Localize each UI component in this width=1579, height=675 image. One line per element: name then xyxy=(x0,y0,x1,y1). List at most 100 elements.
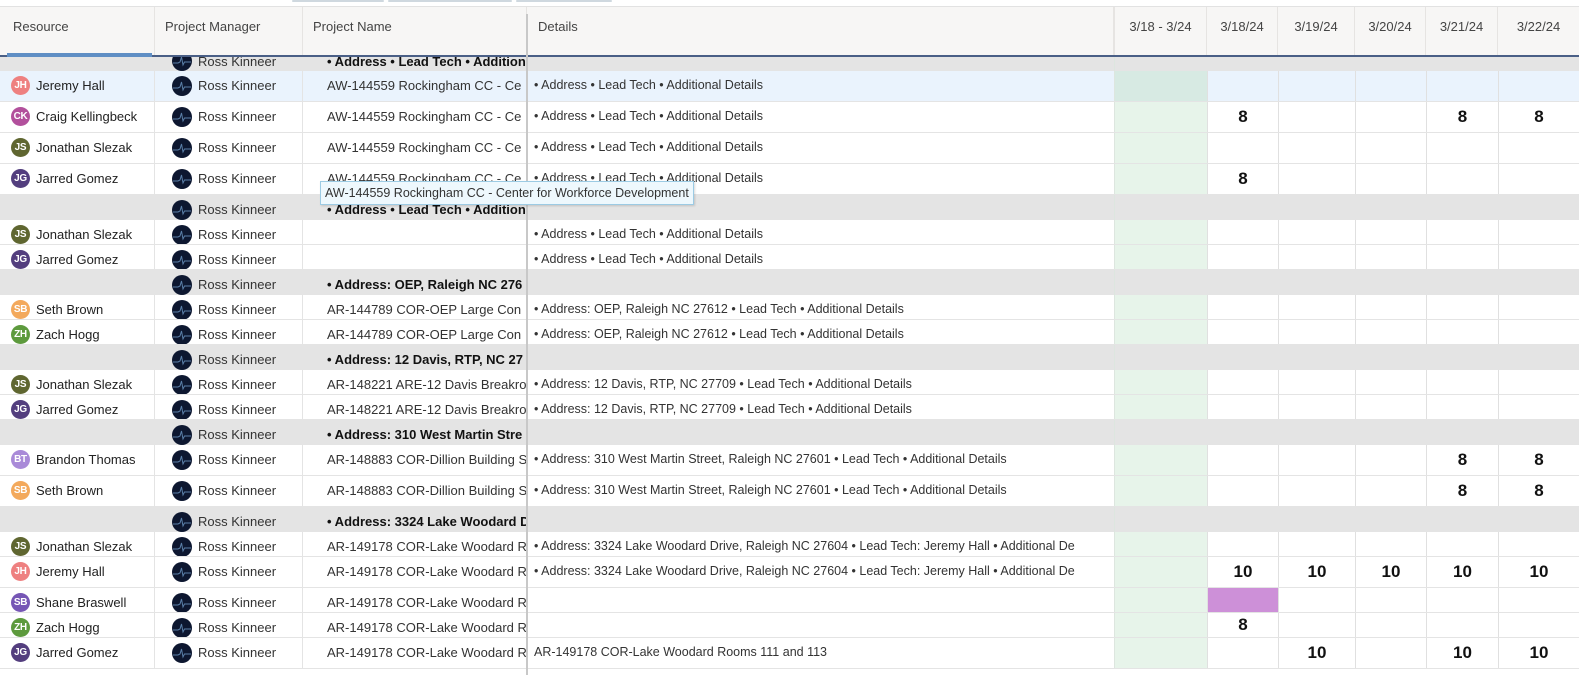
day-hours-cell[interactable] xyxy=(1278,102,1355,132)
column-header-project-manager[interactable]: Project Manager xyxy=(155,7,303,55)
day-hours-cell[interactable] xyxy=(1355,195,1426,220)
resource-cell[interactable]: JH Jeremy Hall xyxy=(0,557,155,587)
day-hours-cell[interactable] xyxy=(1426,220,1498,244)
column-splitter[interactable] xyxy=(526,14,528,675)
resource-cell[interactable]: JG Jarred Gomez xyxy=(0,245,155,269)
table-row[interactable]: JS Jonathan Slezak Ross Kinneer • Address •… xyxy=(0,220,1579,245)
project-name-cell[interactable]: • Address: OEP, Raleigh NC 276 xyxy=(303,270,527,295)
day-hours-cell[interactable] xyxy=(1498,133,1579,163)
day-hours-cell[interactable] xyxy=(1355,133,1426,163)
day-hours-cell[interactable]: 8 xyxy=(1498,476,1579,506)
day-hours-cell[interactable] xyxy=(1498,532,1579,556)
day-hours-cell[interactable] xyxy=(1498,420,1579,445)
table-row[interactable]: JS Jonathan Slezak Ross Kinneer AW-144559 R… xyxy=(0,133,1579,164)
project-name-cell[interactable]: AR-144789 COR-OEP Large Con xyxy=(303,295,527,319)
day-hours-cell[interactable] xyxy=(1278,420,1355,445)
project-manager-cell[interactable]: Ross Kinneer xyxy=(155,133,303,163)
day-hours-cell[interactable] xyxy=(1207,507,1278,532)
table-row[interactable]: JG Jarred Gomez Ross Kinneer • Address • Le… xyxy=(0,245,1579,270)
week-total-cell[interactable] xyxy=(1114,270,1207,295)
project-name-cell[interactable]: AR-148221 ARE-12 Davis Breakro xyxy=(303,370,527,394)
day-hours-cell[interactable] xyxy=(1278,445,1355,475)
resource-cell[interactable]: SB Seth Brown xyxy=(0,295,155,319)
project-name-cell[interactable]: AW-144559 Rockingham CC - Ce xyxy=(303,102,527,132)
resource-cell[interactable] xyxy=(0,507,155,532)
details-cell[interactable]: • Address: 12 Davis, RTP, NC 27709 • Lea… xyxy=(528,370,1114,394)
day-hours-cell[interactable] xyxy=(1426,295,1498,319)
day-hours-cell[interactable]: 10 xyxy=(1278,557,1355,587)
day-hours-cell[interactable] xyxy=(1426,613,1498,637)
day-hours-cell[interactable] xyxy=(1278,57,1355,71)
week-total-cell[interactable] xyxy=(1114,395,1207,419)
week-total-cell[interactable] xyxy=(1114,588,1207,612)
project-manager-cell[interactable]: Ross Kinneer xyxy=(155,507,303,532)
day-hours-cell[interactable]: 8 xyxy=(1426,476,1498,506)
table-row[interactable]: JH Jeremy Hall Ross Kinneer AR-149178 COR-L… xyxy=(0,557,1579,588)
project-name-cell[interactable]: AR-149178 COR-Lake Woodard R xyxy=(303,532,527,556)
project-name-cell[interactable]: AR-148883 COR-Dillion Building S xyxy=(303,445,527,475)
project-name-cell[interactable]: AR-149178 COR-Lake Woodard R xyxy=(303,588,527,612)
details-cell[interactable]: • Address • Lead Tech • Additional Detai… xyxy=(528,102,1114,132)
resource-cell[interactable] xyxy=(0,57,155,71)
day-hours-cell[interactable]: 8 xyxy=(1426,102,1498,132)
column-header-day[interactable]: 3/19/24 xyxy=(1278,7,1355,55)
day-hours-cell[interactable] xyxy=(1355,532,1426,556)
details-cell[interactable]: • Address: 310 West Martin Street, Ralei… xyxy=(528,476,1114,506)
resource-cell[interactable]: SB Shane Braswell xyxy=(0,588,155,612)
day-hours-cell[interactable] xyxy=(1207,476,1278,506)
group-row[interactable]: Ross Kinneer • Address: OEP, Raleigh NC 2… xyxy=(0,270,1579,295)
day-hours-cell[interactable] xyxy=(1207,71,1278,101)
week-total-cell[interactable] xyxy=(1114,320,1207,344)
details-cell[interactable]: AR-149178 COR-Lake Woodard Rooms 111 and… xyxy=(528,638,1114,668)
day-hours-cell[interactable] xyxy=(1426,245,1498,269)
day-hours-cell[interactable] xyxy=(1278,613,1355,637)
week-total-cell[interactable] xyxy=(1114,638,1207,668)
day-hours-cell[interactable] xyxy=(1426,395,1498,419)
day-hours-cell[interactable]: 10 xyxy=(1426,557,1498,587)
column-header-details[interactable]: Details xyxy=(528,7,1114,55)
project-manager-cell[interactable]: Ross Kinneer xyxy=(155,57,303,71)
day-hours-cell[interactable]: 8 xyxy=(1426,445,1498,475)
details-cell[interactable] xyxy=(528,507,1114,532)
project-manager-cell[interactable]: Ross Kinneer xyxy=(155,164,303,194)
table-row[interactable]: SB Seth Brown Ross Kinneer AR-148883 COR-Di… xyxy=(0,476,1579,507)
day-hours-cell[interactable] xyxy=(1278,320,1355,344)
day-hours-cell[interactable] xyxy=(1278,220,1355,244)
day-hours-cell[interactable] xyxy=(1207,345,1278,370)
table-row[interactable]: JH Jeremy Hall Ross Kinneer AW-144559 Rocki… xyxy=(0,71,1579,102)
resource-cell[interactable] xyxy=(0,420,155,445)
project-name-cell[interactable]: AR-148221 ARE-12 Davis Breakro xyxy=(303,395,527,419)
day-hours-cell[interactable] xyxy=(1207,270,1278,295)
table-row[interactable]: JG Jarred Gomez Ross Kinneer AW-144559 Rock… xyxy=(0,164,1579,195)
day-hours-cell[interactable] xyxy=(1207,638,1278,668)
day-hours-cell[interactable] xyxy=(1278,532,1355,556)
details-cell[interactable] xyxy=(528,420,1114,445)
day-hours-cell[interactable] xyxy=(1355,102,1426,132)
group-row[interactable]: Ross Kinneer • Address • Lead Tech • Addi… xyxy=(0,195,1579,220)
project-manager-cell[interactable]: Ross Kinneer xyxy=(155,557,303,587)
day-hours-cell[interactable] xyxy=(1355,588,1426,612)
resource-cell[interactable]: JH Jeremy Hall xyxy=(0,71,155,101)
day-hours-cell[interactable] xyxy=(1207,395,1278,419)
day-hours-cell[interactable] xyxy=(1426,370,1498,394)
day-hours-cell[interactable] xyxy=(1498,395,1579,419)
day-hours-cell[interactable] xyxy=(1278,164,1355,194)
week-total-cell[interactable] xyxy=(1114,613,1207,637)
group-row[interactable]: Ross Kinneer • Address: 310 West Martin S… xyxy=(0,420,1579,445)
day-hours-cell[interactable] xyxy=(1426,532,1498,556)
details-cell[interactable]: • Address: OEP, Raleigh NC 27612 • Lead … xyxy=(528,320,1114,344)
details-cell[interactable]: • Address • Lead Tech • Additional Detai… xyxy=(528,245,1114,269)
project-manager-cell[interactable]: Ross Kinneer xyxy=(155,320,303,344)
column-header-resource[interactable]: Resource xyxy=(3,7,155,57)
day-hours-cell[interactable]: 10 xyxy=(1426,638,1498,668)
day-hours-cell[interactable] xyxy=(1355,270,1426,295)
day-hours-cell[interactable] xyxy=(1207,445,1278,475)
project-manager-cell[interactable]: Ross Kinneer xyxy=(155,420,303,445)
details-cell[interactable]: • Address • Lead Tech • Additional Detai… xyxy=(528,71,1114,101)
project-manager-cell[interactable]: Ross Kinneer xyxy=(155,295,303,319)
day-hours-cell[interactable] xyxy=(1207,195,1278,220)
column-header-day[interactable]: 3/20/24 xyxy=(1355,7,1426,55)
week-total-cell[interactable] xyxy=(1114,164,1207,194)
day-hours-cell[interactable] xyxy=(1498,295,1579,319)
project-name-cell[interactable]: AR-149178 COR-Lake Woodard R xyxy=(303,613,527,637)
